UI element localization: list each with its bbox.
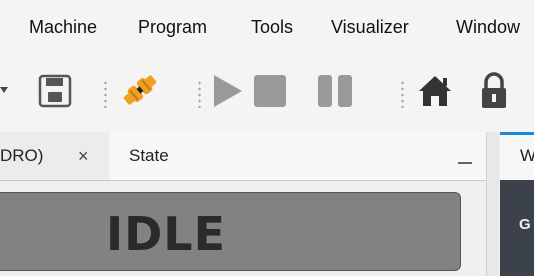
toolbar [0,52,534,132]
menu-tools[interactable]: Tools [251,16,293,38]
tab-dro-label: DRO) [0,146,44,165]
state-panel: IDLE [0,181,486,276]
home-icon[interactable] [417,74,453,108]
tab-right-label: W [520,146,534,165]
right-panel-label: G [519,216,531,233]
stop-icon[interactable] [254,75,286,107]
tab-right-panel[interactable]: W [500,132,534,180]
lock-icon[interactable] [480,72,508,110]
dropdown-arrow-icon[interactable] [0,82,12,100]
right-panel-header: G [500,180,534,276]
pause-icon[interactable] [318,75,354,107]
tab-dro[interactable]: DRO) × [0,132,108,180]
toolbar-separator [401,80,404,108]
connect-icon[interactable] [118,70,162,110]
menu-program[interactable]: Program [138,16,207,38]
menu-bar: Machine Program Tools Visualizer Window [0,0,534,52]
menu-visualizer[interactable]: Visualizer [331,16,409,38]
tab-state-label: State [129,146,169,165]
dock-tab-bar: DRO) × State [0,132,486,181]
toolbar-separator [104,80,107,108]
toolbar-separator [198,80,201,108]
play-icon[interactable] [212,74,244,108]
machine-state-display: IDLE [0,192,461,271]
minimize-icon[interactable] [458,162,472,164]
machine-state-text: IDLE [106,207,227,261]
save-icon[interactable] [38,74,72,108]
tab-state[interactable]: State [109,132,486,180]
dock-splitter[interactable] [486,132,499,276]
close-icon[interactable]: × [78,132,89,180]
menu-window[interactable]: Window [456,16,520,38]
menu-machine[interactable]: Machine [29,16,97,38]
